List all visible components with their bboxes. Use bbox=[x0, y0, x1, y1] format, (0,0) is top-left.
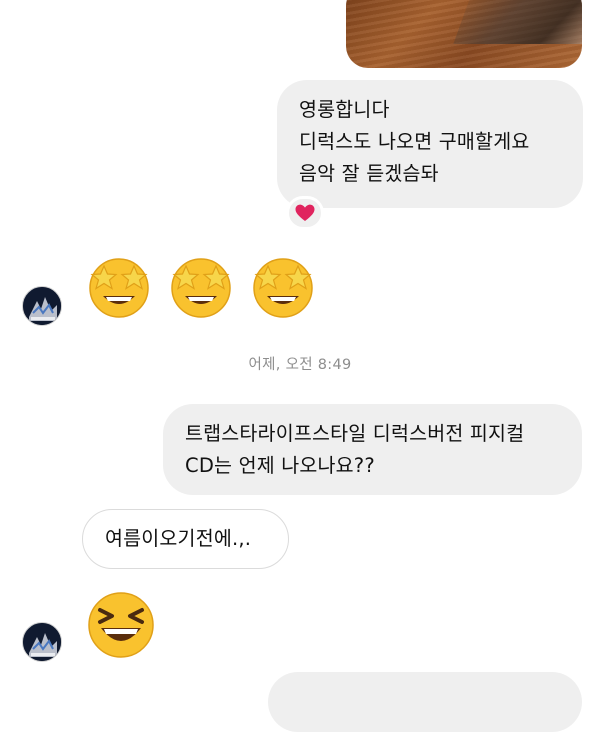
photo-message[interactable] bbox=[346, 0, 582, 68]
avatar-image bbox=[23, 287, 61, 325]
message-reaction[interactable] bbox=[286, 196, 324, 230]
grinning-squinting-emoji bbox=[88, 592, 154, 658]
avatar-image bbox=[23, 623, 61, 661]
incoming-message-bubble[interactable]: 여름이오기전에.,. bbox=[82, 509, 289, 569]
sender-avatar[interactable] bbox=[22, 286, 62, 326]
star-struck-emoji bbox=[171, 258, 231, 318]
photo-object bbox=[453, 0, 582, 44]
message-timestamp: 어제, 오전 8:49 bbox=[248, 357, 352, 373]
emoji-message[interactable] bbox=[84, 250, 318, 320]
outgoing-message-bubble[interactable]: 영롱합니다 디럭스도 나오면 구매할게요 음악 잘 듣겠슴돠 bbox=[277, 80, 583, 208]
heart-icon bbox=[295, 204, 315, 221]
star-struck-emoji bbox=[253, 258, 313, 318]
sender-avatar[interactable] bbox=[22, 622, 62, 662]
outgoing-message-bubble[interactable]: 트랩스타라이프스타일 디럭스버전 피지컬 CD는 언제 나오나요?? bbox=[163, 404, 582, 495]
star-struck-emoji bbox=[89, 258, 149, 318]
outgoing-message-bubble-partial[interactable] bbox=[268, 672, 582, 732]
emoji-message[interactable] bbox=[84, 588, 158, 662]
